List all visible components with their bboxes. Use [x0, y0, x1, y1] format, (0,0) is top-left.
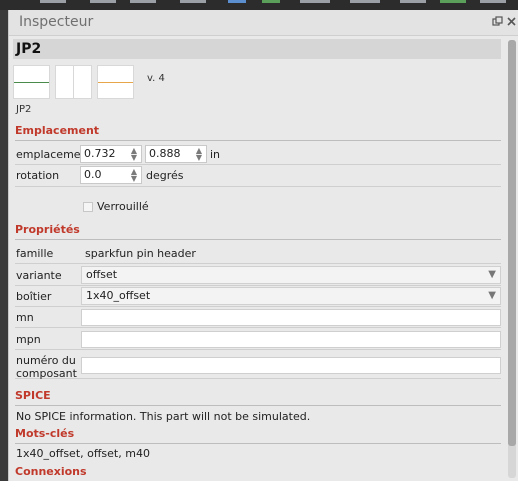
- family-label: famille: [16, 247, 54, 260]
- scrollbar-thumb[interactable]: [508, 40, 516, 446]
- variant-value: offset: [86, 268, 118, 281]
- tags-value: 1x40_offset, offset, m40: [16, 447, 150, 460]
- toolbar-chip: [130, 0, 156, 3]
- part-title: JP2: [13, 39, 501, 59]
- spinner-arrows-icon[interactable]: ▲ ▼: [131, 168, 137, 183]
- spice-info: No SPICE information. This part will not…: [16, 410, 311, 423]
- package-value: 1x40_offset: [86, 289, 151, 302]
- close-icon[interactable]: [505, 16, 517, 28]
- location-y-value: 0.888: [149, 147, 181, 160]
- section-spice[interactable]: SPICE: [15, 389, 501, 406]
- part-number-label-line1: numéro du: [16, 354, 76, 367]
- breadboard-image: [13, 65, 50, 99]
- part-version: v. 4: [147, 73, 165, 84]
- location-x-input[interactable]: 0.732 ▲ ▼: [80, 145, 142, 163]
- rotation-value: 0.0: [84, 168, 102, 181]
- location-x-value: 0.732: [84, 147, 116, 160]
- float-icon[interactable]: [491, 16, 503, 28]
- section-properties[interactable]: Propriétés: [15, 223, 501, 240]
- package-select[interactable]: 1x40_offset ▼: [81, 287, 501, 305]
- toolbar-chip: [180, 0, 206, 3]
- toolbar-chip: [440, 0, 466, 3]
- part-number-input[interactable]: [81, 357, 501, 374]
- rotation-label: rotation: [16, 169, 60, 182]
- mpn-label: mpn: [16, 333, 41, 346]
- rotation-unit: degrés: [146, 169, 184, 182]
- toolbar-chip: [350, 0, 380, 3]
- toolbar-chip: [400, 0, 426, 3]
- vertical-scrollbar[interactable]: [508, 40, 516, 478]
- toolbar-chip: [90, 0, 116, 3]
- location-label: emplacemer: [16, 148, 86, 161]
- lock-label[interactable]: Verrouillé: [97, 200, 149, 213]
- section-emplacement[interactable]: Emplacement: [15, 124, 501, 141]
- location-unit: in: [210, 148, 221, 161]
- chevron-down-icon[interactable]: ▼: [488, 288, 496, 304]
- toolbar-chip: [300, 0, 330, 3]
- family-value: sparkfun pin header: [85, 247, 196, 260]
- inspector-content[interactable]: JP2 v. 4 JP2 Emplacement emplacemer 0.73…: [9, 37, 507, 481]
- mn-input[interactable]: [81, 309, 501, 326]
- top-toolbar-strip: [0, 0, 518, 10]
- variant-select[interactable]: offset ▼: [81, 266, 501, 284]
- mpn-input[interactable]: [81, 331, 501, 348]
- section-tags[interactable]: Mots-clés: [15, 427, 501, 444]
- schematic-image: [55, 65, 92, 99]
- spinner-arrows-icon[interactable]: ▲ ▼: [131, 147, 137, 162]
- inspector-panel: Inspecteur JP2 v. 4 JP2 Emplacement empl…: [8, 10, 518, 481]
- inspector-title: Inspecteur: [19, 14, 94, 30]
- toolbar-chip: [228, 0, 246, 3]
- location-y-input[interactable]: 0.888 ▲ ▼: [145, 145, 207, 163]
- toolbar-chip: [480, 0, 506, 3]
- toolbar-chip: [40, 0, 66, 3]
- variant-label: variante: [16, 269, 62, 282]
- rotation-input[interactable]: 0.0 ▲ ▼: [80, 166, 142, 184]
- part-label: JP2: [16, 104, 32, 115]
- chevron-down-icon[interactable]: ▼: [488, 267, 496, 283]
- mn-label: mn: [16, 311, 34, 324]
- pcb-image: [97, 65, 134, 99]
- toolbar-chip: [262, 0, 280, 3]
- part-number-label-line2: composant: [16, 367, 77, 380]
- spinner-arrows-icon[interactable]: ▲ ▼: [196, 147, 202, 162]
- package-label: boîtier: [16, 290, 52, 303]
- lock-checkbox[interactable]: [83, 202, 93, 212]
- section-connections[interactable]: Connexions: [15, 465, 501, 481]
- inspector-titlebar[interactable]: Inspecteur: [9, 10, 518, 36]
